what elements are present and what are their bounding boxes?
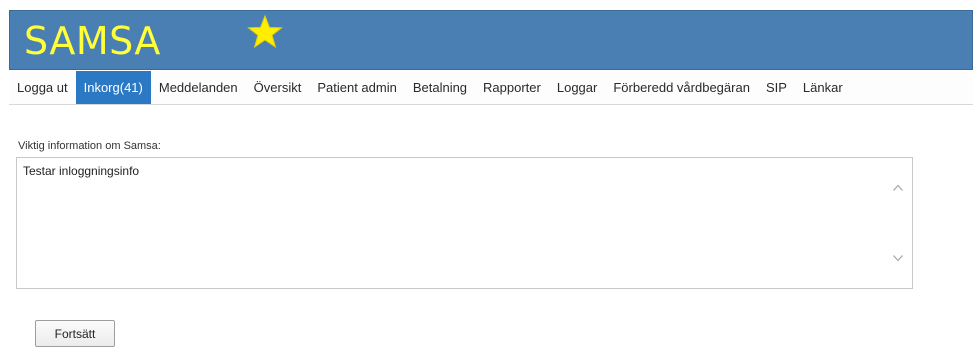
info-textarea[interactable]: Testar inloggningsinfo [16, 157, 913, 289]
samsa-app: SAMSA Logga ut Inkorg(41) Meddelanden Öv… [0, 0, 973, 347]
chevron-down-icon[interactable] [892, 252, 904, 264]
nav-item-lankar[interactable]: Länkar [795, 71, 851, 104]
chevron-up-icon[interactable] [892, 182, 904, 194]
main-nav: Logga ut Inkorg(41) Meddelanden Översikt… [9, 71, 973, 105]
nav-item-loggar[interactable]: Loggar [549, 71, 605, 104]
star-icon [247, 14, 283, 49]
nav-item-betalning[interactable]: Betalning [405, 71, 475, 104]
info-label: Viktig information om Samsa: [18, 140, 161, 152]
continue-button[interactable]: Fortsätt [35, 320, 115, 347]
nav-item-rapporter[interactable]: Rapporter [475, 71, 549, 104]
nav-item-forberedd-vardbegaran[interactable]: Förberedd vårdbegäran [605, 71, 758, 104]
info-text: Testar inloggningsinfo [23, 164, 140, 178]
nav-item-inkorg[interactable]: Inkorg(41) [75, 71, 151, 104]
app-header: SAMSA [9, 10, 973, 70]
nav-item-meddelanden[interactable]: Meddelanden [151, 71, 246, 104]
app-logo-title: SAMSA [24, 19, 161, 63]
nav-item-sip[interactable]: SIP [758, 71, 795, 104]
nav-item-logga-ut[interactable]: Logga ut [9, 71, 76, 104]
nav-item-oversikt[interactable]: Översikt [246, 71, 310, 104]
nav-item-patient-admin[interactable]: Patient admin [309, 71, 405, 104]
